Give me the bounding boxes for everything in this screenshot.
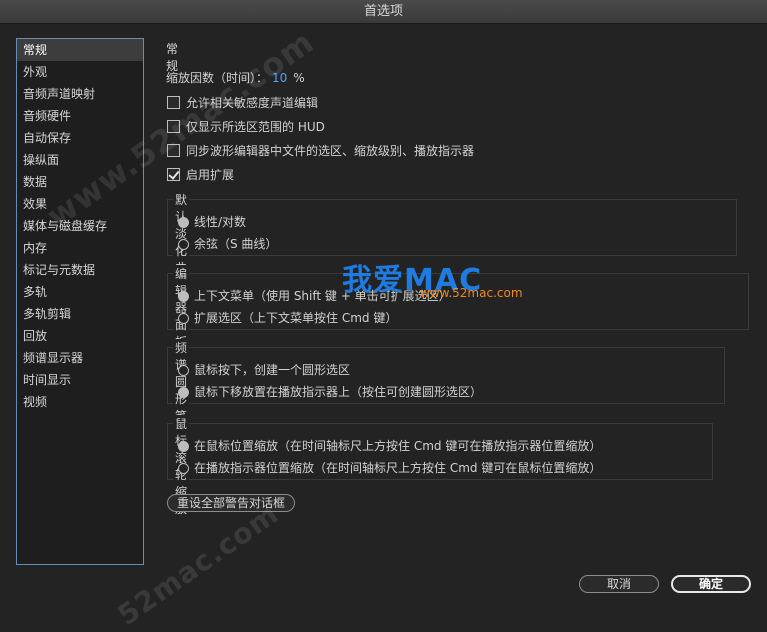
radio-row-context-menu[interactable]: 上下文菜单（使用 Shift 键 + 单击可扩展选区） [178, 287, 451, 304]
reset-warnings-button[interactable]: 重设全部警告对话框 [167, 494, 295, 512]
sidebar-item-appearance[interactable]: 外观 [17, 61, 143, 83]
checkbox-row-sync[interactable]: 同步波形编辑器中文件的选区、缩放级别、播放指示器 [167, 142, 474, 159]
sidebar-item-playback[interactable]: 回放 [17, 325, 143, 347]
checkbox-label: 同步波形编辑器中文件的选区、缩放级别、播放指示器 [186, 144, 475, 158]
radio-label: 余弦（S 曲线） [194, 237, 278, 251]
sidebar-item-markers-metadata[interactable]: 标记与元数据 [17, 259, 143, 281]
checkbox-sync[interactable] [167, 144, 180, 157]
checkbox-extensions[interactable] [167, 168, 180, 181]
radio-label: 在播放指示器位置缩放（在时间轴标尺上方按住 Cmd 键可在鼠标位置缩放） [194, 461, 602, 475]
radio-label: 鼠标按下，创建一个圆形选区 [194, 363, 351, 377]
checkbox-label: 启用扩展 [186, 168, 235, 182]
radio-zoom-playhead[interactable] [178, 463, 189, 474]
radio-row-zoom-playhead[interactable]: 在播放指示器位置缩放（在时间轴标尺上方按住 Cmd 键可在鼠标位置缩放） [178, 459, 601, 476]
sidebar-item-spectral-displays[interactable]: 频谱显示器 [17, 347, 143, 369]
sidebar-item-control-surface[interactable]: 操纵面 [17, 149, 143, 171]
radio-label: 在鼠标位置缩放（在时间轴标尺上方按住 Cmd 键可在播放指示器位置缩放） [194, 439, 602, 453]
radio-cosine[interactable] [178, 239, 189, 250]
checkbox-row-track-editing[interactable]: 允许相关敏感度声道编辑 [167, 94, 318, 111]
radio-row-cosine[interactable]: 余弦（S 曲线） [178, 235, 277, 252]
zoom-factor-row: 缩放因数（时间）： 10% [166, 69, 305, 86]
radio-zoom-mouse[interactable] [178, 441, 189, 452]
sidebar-item-time-display[interactable]: 时间显示 [17, 369, 143, 391]
sidebar-item-effects[interactable]: 效果 [17, 193, 143, 215]
sidebar-item-video[interactable]: 视频 [17, 391, 143, 413]
sidebar-item-data[interactable]: 数据 [17, 171, 143, 193]
radio-row-mouse-down[interactable]: 鼠标按下，创建一个圆形选区 [178, 361, 350, 378]
zoom-factor-value[interactable]: 10 [272, 71, 287, 85]
checkbox-row-hud[interactable]: 仅显示所选区范围的 HUD [167, 118, 325, 135]
radio-row-extend-selection[interactable]: 扩展选区（上下文菜单按住 Cmd 键） [178, 309, 397, 326]
sidebar-item-multitrack-clips[interactable]: 多轨剪辑 [17, 303, 143, 325]
radio-mouse-down[interactable] [178, 365, 189, 376]
radio-linear[interactable] [178, 217, 189, 228]
radio-label: 线性/对数 [194, 215, 247, 229]
checkbox-label: 仅显示所选区范围的 HUD [186, 120, 325, 134]
sidebar-item-media-disk-cache[interactable]: 媒体与磁盘缓存 [17, 215, 143, 237]
radio-label: 鼠标下移放置在播放指示器上（按住可创建圆形选区） [194, 385, 483, 399]
sidebar-item-general[interactable]: 常规 [17, 39, 143, 61]
radio-label: 扩展选区（上下文菜单按住 Cmd 键） [194, 311, 398, 325]
ok-button[interactable]: 确定 [671, 575, 751, 593]
window-title: 首选项 [363, 4, 403, 19]
zoom-factor-label: 缩放因数（时间）： [166, 71, 269, 85]
radio-mouse-move[interactable] [178, 387, 189, 398]
radio-label: 上下文菜单（使用 Shift 键 + 单击可扩展选区） [194, 289, 451, 303]
sidebar-item-audio-hardware[interactable]: 音频硬件 [17, 105, 143, 127]
checkbox-label: 允许相关敏感度声道编辑 [186, 96, 319, 110]
radio-context-menu[interactable] [178, 291, 189, 302]
sidebar-item-auto-save[interactable]: 自动保存 [17, 127, 143, 149]
radio-row-zoom-mouse[interactable]: 在鼠标位置缩放（在时间轴标尺上方按住 Cmd 键可在播放指示器位置缩放） [178, 437, 601, 454]
zoom-factor-unit: % [293, 71, 305, 85]
checkbox-row-extensions[interactable]: 启用扩展 [167, 166, 234, 183]
radio-row-linear[interactable]: 线性/对数 [178, 213, 246, 230]
cancel-button[interactable]: 取消 [579, 575, 659, 593]
checkbox-track-editing[interactable] [167, 96, 180, 109]
radio-row-mouse-move[interactable]: 鼠标下移放置在播放指示器上（按住可创建圆形选区） [178, 383, 482, 400]
radio-extend-selection[interactable] [178, 313, 189, 324]
sidebar-item-memory[interactable]: 内存 [17, 237, 143, 259]
checkbox-hud[interactable] [167, 120, 180, 133]
sidebar-item-multitrack[interactable]: 多轨 [17, 281, 143, 303]
window-titlebar: 首选项 [0, 0, 767, 24]
sidebar-item-audio-channel-mapping[interactable]: 音频声道映射 [17, 83, 143, 105]
sidebar: 常规 外观 音频声道映射 音频硬件 自动保存 操纵面 数据 效果 媒体与磁盘缓存… [16, 38, 144, 565]
